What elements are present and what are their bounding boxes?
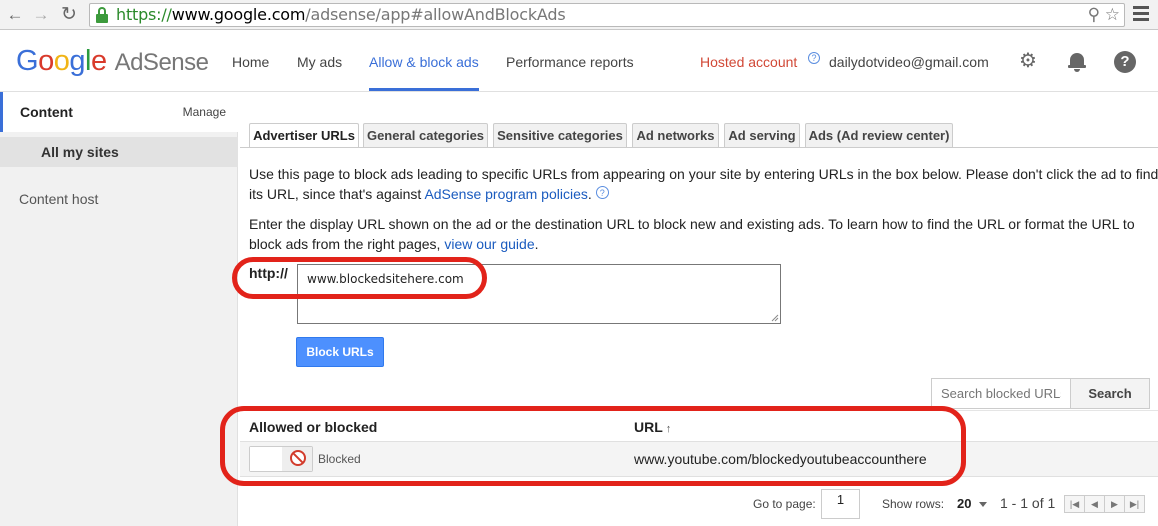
nav-performance-reports[interactable]: Performance reports bbox=[506, 54, 634, 70]
search-button[interactable]: Search bbox=[1070, 378, 1150, 409]
http-prefix-label: http:// bbox=[249, 265, 288, 281]
allow-block-toggle[interactable] bbox=[249, 446, 313, 472]
view-guide-link[interactable]: view our guide bbox=[444, 236, 534, 252]
tab-general-categories[interactable]: General categories bbox=[363, 123, 488, 148]
intro-text: Enter the display URL shown on the ad or… bbox=[249, 216, 1135, 252]
column-header-status[interactable]: Allowed or blocked bbox=[249, 419, 377, 435]
resize-grip-icon[interactable] bbox=[770, 313, 779, 322]
status-label: Blocked bbox=[318, 452, 361, 466]
forward-arrow-icon[interactable]: → bbox=[30, 4, 52, 26]
first-page-icon[interactable]: |◀ bbox=[1064, 495, 1085, 513]
bell-icon[interactable] bbox=[1068, 52, 1086, 72]
address-bar[interactable]: https://www.google.com/adsense/app#allow… bbox=[89, 3, 1125, 27]
logo-letter: e bbox=[90, 45, 107, 77]
help-question-icon[interactable]: ? bbox=[595, 186, 609, 199]
column-header-url-label: URL bbox=[634, 419, 663, 435]
intro-text-end: . bbox=[534, 236, 539, 252]
url-host: www.google.com bbox=[171, 5, 306, 24]
omnibox-icons: ⚲ ☆ bbox=[1088, 5, 1120, 25]
table-row: Blocked www.youtube.com/blockedyoutubeac… bbox=[240, 441, 1158, 477]
menu-icon[interactable] bbox=[1133, 6, 1149, 24]
tab-ad-serving[interactable]: Ad serving bbox=[724, 123, 800, 148]
next-page-icon[interactable]: ▶ bbox=[1104, 495, 1125, 513]
back-arrow-icon[interactable]: ← bbox=[4, 4, 26, 26]
tab-divider bbox=[240, 147, 1158, 148]
tab-ad-networks[interactable]: Ad networks bbox=[632, 123, 719, 148]
hosted-account-link[interactable]: Hosted account bbox=[700, 54, 797, 70]
url-path: /adsense/app#allowAndBlockAds bbox=[305, 5, 566, 24]
adsense-header: Google AdSense Home My ads Allow & block … bbox=[0, 31, 1158, 92]
browser-toolbar: ← → ↻ https://www.google.com/adsense/app… bbox=[0, 0, 1158, 30]
logo-letter: o bbox=[38, 45, 54, 77]
block-urls-button[interactable]: Block URLs bbox=[296, 337, 384, 367]
lock-icon bbox=[96, 7, 108, 23]
sidebar-section-title[interactable]: Content bbox=[20, 104, 73, 120]
block-url-textarea[interactable] bbox=[297, 264, 781, 324]
zoom-icon[interactable]: ⚲ bbox=[1088, 5, 1100, 24]
previous-page-icon[interactable]: ◀ bbox=[1084, 495, 1105, 513]
help-icon[interactable]: ? bbox=[1114, 51, 1136, 73]
program-policies-link[interactable]: AdSense program policies bbox=[424, 186, 587, 202]
page-range-text: 1 - 1 of 1 bbox=[1000, 495, 1056, 511]
sidebar: Content Manage All my sites Content host bbox=[0, 92, 238, 526]
show-rows-label: Show rows: bbox=[882, 497, 945, 511]
last-page-icon[interactable]: ▶| bbox=[1124, 495, 1145, 513]
url-protocol: https:// bbox=[116, 5, 172, 24]
go-to-page-label: Go to page: bbox=[753, 497, 816, 511]
tab-ad-review-center[interactable]: Ads (Ad review center) bbox=[805, 123, 953, 148]
sort-ascending-icon: ↑ bbox=[665, 423, 672, 435]
table-header: Allowed or blocked URL ↑ bbox=[240, 410, 1158, 441]
rows-per-page-select[interactable]: 20 bbox=[951, 492, 991, 516]
account-email[interactable]: dailydotvideo@gmail.com bbox=[829, 54, 989, 70]
active-nav-indicator bbox=[369, 88, 479, 91]
nav-home[interactable]: Home bbox=[232, 54, 269, 70]
address-url[interactable]: https://www.google.com/adsense/app#allow… bbox=[116, 6, 566, 24]
column-header-url[interactable]: URL ↑ bbox=[634, 419, 671, 435]
sidebar-section-content: Content Manage bbox=[0, 92, 238, 132]
block-toggle-half[interactable] bbox=[282, 447, 312, 471]
page-number-input[interactable]: 1 bbox=[821, 489, 860, 519]
rows-per-page-value: 20 bbox=[957, 496, 972, 511]
allow-toggle-half[interactable] bbox=[250, 447, 283, 471]
hosted-help-icon[interactable]: ? bbox=[808, 52, 820, 64]
chevron-down-icon bbox=[979, 502, 987, 507]
intro-text-end: . bbox=[587, 186, 592, 202]
intro-text: Use this page to block ads leading to sp… bbox=[249, 166, 1158, 202]
nav-allow-block-ads[interactable]: Allow & block ads bbox=[369, 54, 479, 70]
sidebar-item-label: All my sites bbox=[41, 144, 119, 160]
sidebar-item-content-host[interactable]: Content host bbox=[19, 191, 98, 207]
logo-letter: g bbox=[69, 45, 85, 77]
logo-product-name: AdSense bbox=[114, 49, 209, 76]
adsense-logo[interactable]: Google AdSense bbox=[16, 45, 209, 78]
reload-icon[interactable]: ↻ bbox=[58, 4, 80, 26]
gear-icon[interactable]: ⚙ bbox=[1017, 50, 1039, 72]
intro-paragraph-2: Enter the display URL shown on the ad or… bbox=[249, 214, 1158, 254]
search-blocked-urls-input[interactable] bbox=[931, 378, 1071, 409]
blocked-icon bbox=[290, 450, 306, 466]
sidebar-item-all-my-sites[interactable]: All my sites bbox=[0, 137, 238, 167]
tab-sensitive-categories[interactable]: Sensitive categories bbox=[493, 123, 627, 148]
manage-link[interactable]: Manage bbox=[183, 105, 226, 119]
intro-paragraph-1: Use this page to block ads leading to sp… bbox=[249, 164, 1158, 204]
url-cell: www.youtube.com/blockedyoutubeaccounther… bbox=[634, 451, 927, 467]
star-icon[interactable]: ☆ bbox=[1105, 5, 1120, 24]
logo-letter: o bbox=[53, 45, 70, 77]
logo-letter: G bbox=[16, 45, 39, 77]
nav-my-ads[interactable]: My ads bbox=[297, 54, 342, 70]
tab-advertiser-urls[interactable]: Advertiser URLs bbox=[249, 123, 359, 148]
